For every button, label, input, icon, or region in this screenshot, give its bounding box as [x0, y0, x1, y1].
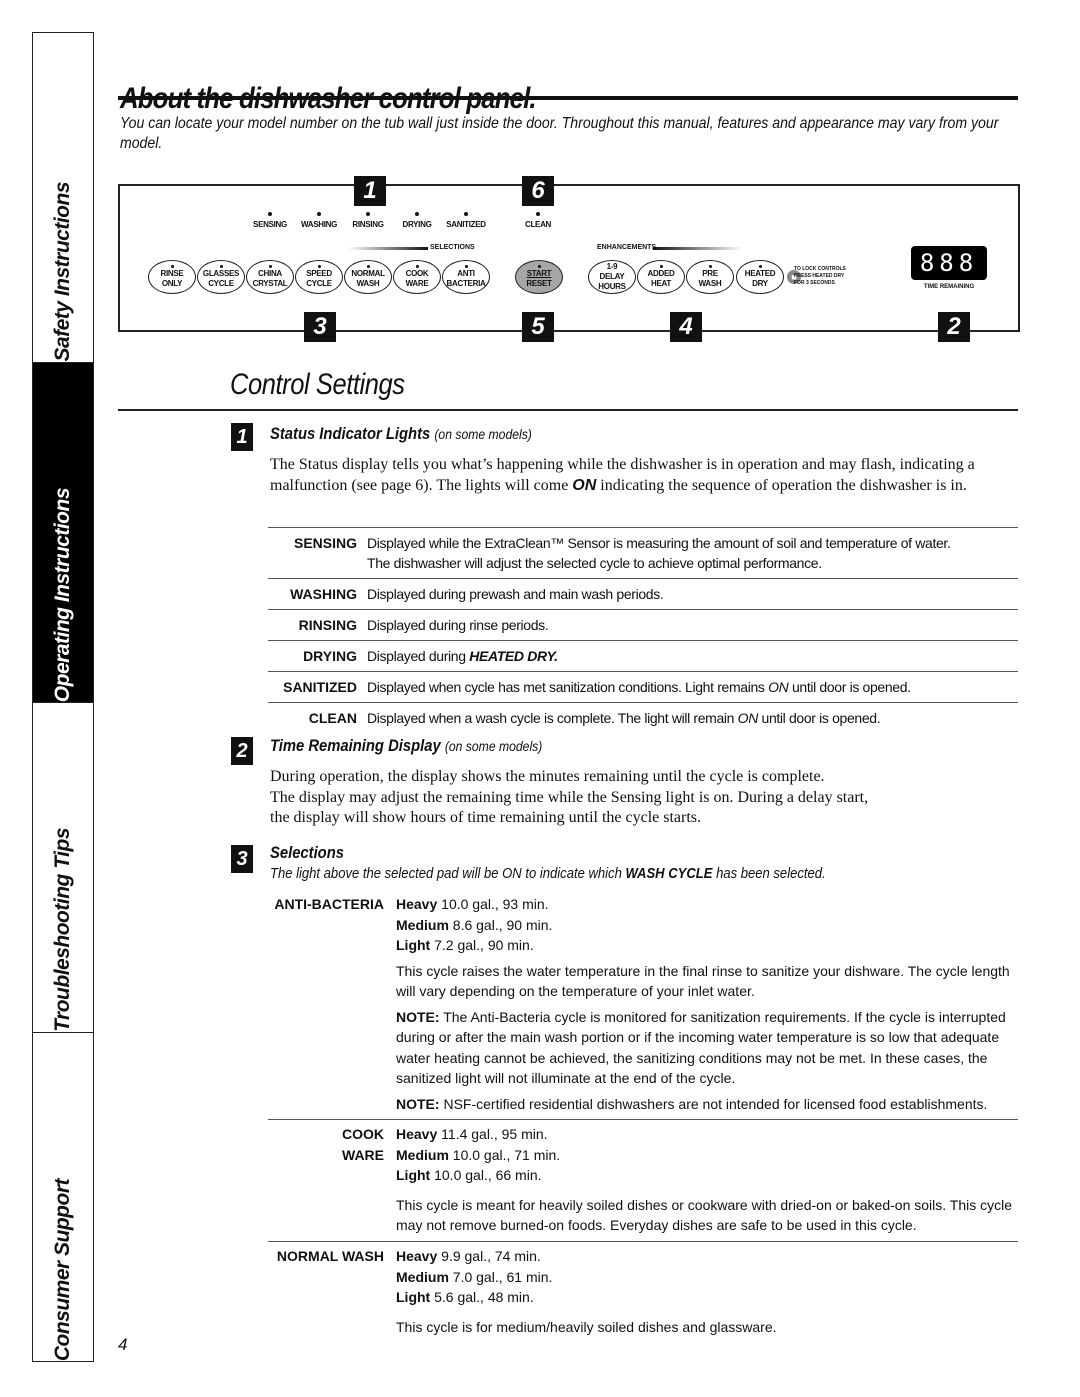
callout-4: 4: [670, 312, 702, 342]
time-remaining-label: TIME REMAINING: [923, 284, 975, 290]
control-panel-diagram: 1 6 3 5 4 2 SENSING WASHING RINSING DRYI…: [118, 176, 1020, 342]
cycle-note: NOTE: NSF-certified residential dishwash…: [396, 1095, 988, 1112]
indicator-sanitized: SANITIZED: [436, 212, 496, 229]
pad-added-heat[interactable]: ADDED HEAT: [637, 260, 685, 294]
cycle-label: ANTI-BACTERIA: [274, 896, 384, 912]
enhancements-bar: [653, 247, 743, 250]
definition-row: WASHING Displayed during prewash and main…: [268, 578, 1018, 609]
selections-subtitle: The light above the selected pad will be…: [270, 866, 826, 882]
section-divider: [118, 409, 1018, 411]
pad-heated-dry[interactable]: HEATED DRY: [736, 260, 784, 294]
section-number-2: 2: [231, 737, 253, 765]
section-number-1: 1: [231, 423, 253, 451]
section-number-3: 3: [231, 845, 253, 873]
pad-pre-wash[interactable]: PRE WASH: [686, 260, 734, 294]
callout-5: 5: [522, 312, 554, 342]
tab-troubleshooting-tips[interactable]: Troubleshooting Tips: [33, 703, 93, 1033]
cycle-anti-bacteria: ANTI-BACTERIA Heavy 10.0 gal., 93 min. M…: [268, 894, 1018, 1120]
cycle-note: NOTE: The Anti-Bacteria cycle is monitor…: [396, 1008, 1006, 1087]
tab-label: Troubleshooting Tips: [51, 828, 74, 1032]
time-remaining-display: 888: [911, 246, 987, 280]
callout-6: 6: [522, 176, 554, 206]
pad-delay-hours[interactable]: 1-9 DELAY HOURS: [588, 260, 636, 294]
callout-3: 3: [304, 312, 336, 342]
callout-1: 1: [354, 176, 386, 206]
pad-speed-cycle[interactable]: SPEED CYCLE: [295, 260, 343, 294]
tab-label: Consumer Support: [51, 1178, 74, 1361]
tab-label: Safety Instructions: [51, 182, 74, 362]
definition-row: SANITIZED Displayed when cycle has met sa…: [268, 671, 1018, 702]
intro-text: You can locate your model number on the …: [120, 115, 999, 152]
time-remaining-description: During operation, the display shows the …: [270, 768, 869, 826]
section-title: Control Settings: [230, 368, 405, 401]
tab-operating-instructions[interactable]: Operating Instructions: [33, 363, 93, 703]
time-remaining-heading: Time Remaining Display (on some models): [270, 736, 543, 755]
cycle-description: This cycle is meant for heavily soiled d…: [396, 1196, 1013, 1234]
selections-label: SELECTIONS: [430, 244, 475, 251]
status-lights-description: The Status display tells you what’s happ…: [270, 456, 975, 494]
selections-heading: Selections: [270, 843, 344, 862]
lock-instructions: TO LOCK CONTROLS PRESS HEATED DRY FOR 3 SE…: [794, 266, 846, 286]
status-lights-heading: Status Indicator Lights (on some models): [270, 424, 532, 443]
pad-rinse-only[interactable]: RINSE ONLY: [148, 260, 196, 294]
tab-safety-instructions[interactable]: Safety Instructions: [33, 33, 93, 363]
page-number: 4: [118, 1335, 128, 1354]
definition-row: CLEAN Displayed when a wash cycle is comp…: [268, 702, 1018, 733]
pad-normal-wash[interactable]: NORMAL WASH: [344, 260, 392, 294]
pad-anti-bacteria[interactable]: ANTI BACTERIA: [442, 260, 490, 294]
pad-cook-ware[interactable]: COOK WARE: [393, 260, 441, 294]
cycle-description: This cycle raises the water temperature …: [396, 962, 1010, 1000]
definition-row: DRYING Displayed during HEATED DRY.: [268, 640, 1018, 671]
definition-row: RINSING Displayed during rinse periods.: [268, 609, 1018, 640]
definition-row: SENSING Displayed while the ExtraClean™ S…: [268, 527, 1018, 578]
pad-glasses-cycle[interactable]: GLASSES CYCLE: [197, 260, 245, 294]
pad-china-crystal[interactable]: CHINA CRYSTAL: [246, 260, 294, 294]
pad-start-reset[interactable]: START RESET: [515, 260, 563, 294]
tab-consumer-support[interactable]: Consumer Support: [33, 1033, 93, 1361]
callout-2: 2: [938, 312, 970, 342]
indicator-clean: CLEAN: [508, 212, 568, 229]
cycle-normal-wash: NORMAL WASH Heavy 9.9 gal., 74 min. Medi…: [268, 1246, 1018, 1342]
enhancements-label: ENHANCEMENTS: [597, 244, 657, 251]
cycle-description: This cycle is for medium/heavily soiled …: [396, 1318, 777, 1335]
indicator-definitions: SENSING Displayed while the ExtraClean™ S…: [268, 527, 1018, 733]
panel-frame: [118, 184, 1020, 332]
tab-label: Operating Instructions: [51, 487, 74, 702]
cycle-label: COOK WARE: [342, 1126, 384, 1163]
title-divider: [118, 96, 1018, 100]
section-tabs: Safety Instructions Operating Instructio…: [32, 32, 94, 1362]
selections-bar: [348, 247, 428, 250]
cycle-cook-ware: COOK WARE Heavy 11.4 gal., 95 min. Medium…: [268, 1124, 1018, 1242]
cycle-label: NORMAL WASH: [276, 1248, 384, 1264]
